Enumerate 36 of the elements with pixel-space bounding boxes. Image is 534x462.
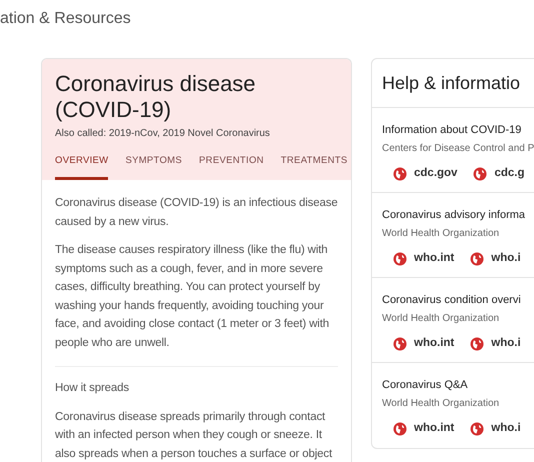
tab[interactable]: PREVENTION (199, 154, 264, 180)
globe-icon (470, 336, 484, 351)
tab[interactable]: SYMPTOMS (125, 154, 182, 180)
link[interactable]: who.int (393, 250, 454, 268)
paragraph: The disease causes respiratory illness (like the flu) with symptoms such as a cough, fever, and in more severe cases, difficulty breathing. You can protect yourself by washing your hands frequently, avoiding touching your face, and avoiding close contact (1 meter or 3 feet) with people who are unwell. (55, 243, 330, 351)
link[interactable]: who.int (393, 335, 454, 352)
tab[interactable]: OVERVIEW (55, 154, 108, 180)
globe-icon (393, 422, 407, 436)
globe-icon (393, 252, 407, 266)
tab[interactable]: TREATMENTS (280, 154, 348, 180)
paragraph: Coronavirus disease (COVID-19) is an infectious disease caused by a new virus. (55, 196, 338, 230)
resource-title: Coronavirus condition overvi (382, 292, 522, 308)
globe-icon (470, 252, 484, 266)
globe-icon (473, 166, 488, 181)
link[interactable]: cdc.gov (393, 165, 458, 182)
resource-source: World Health Organization (382, 227, 500, 242)
page-heading: ation & Resources (0, 9, 132, 29)
resource-title: Coronavirus Q&A (382, 378, 469, 393)
resource-source: World Health Organization (382, 397, 500, 412)
resource-source: Centers for Disease Control and P (382, 142, 534, 156)
link[interactable]: who.i (470, 420, 521, 438)
card-title: Coronavirus disease (COVID-19) (55, 71, 257, 123)
resource-source: World Health Organization (382, 312, 500, 326)
resource-title: Coronavirus advisory informa (382, 208, 526, 223)
link[interactable]: who.i (470, 250, 521, 268)
link[interactable]: cdc.g (473, 165, 525, 182)
link[interactable]: who.i (470, 335, 521, 352)
card-title: Help & informatio (372, 59, 534, 108)
paragraph: Coronavirus disease spreads primarily through contact with an infected person when they cough or sneeze. It also spreads when a person touches a surface or object (55, 410, 334, 462)
link[interactable]: who.int (393, 420, 454, 438)
resource-title: Information about COVID-19 (382, 122, 522, 138)
globe-icon (393, 166, 407, 181)
globe-icon (470, 422, 484, 436)
also-called-text: Also called: 2019-nCov, 2019 Novel Coronavirus (55, 127, 271, 141)
section-heading: How it spreads (55, 381, 130, 396)
globe-icon (393, 336, 407, 351)
